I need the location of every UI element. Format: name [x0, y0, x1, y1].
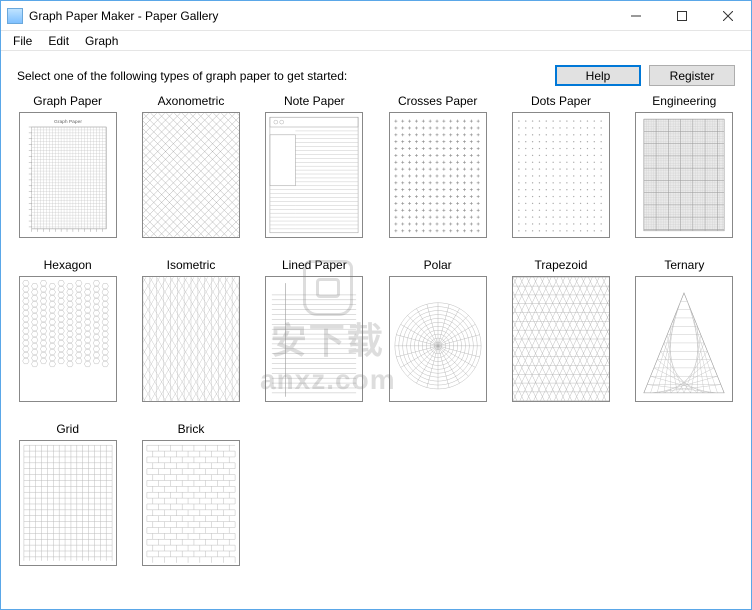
tile-thumbnail	[512, 276, 610, 402]
tile-label: Hexagon	[44, 258, 92, 272]
tile-thumbnail	[265, 276, 363, 402]
tile-thumbnail: Graph Paper	[19, 112, 117, 238]
tile-thumbnail	[389, 276, 487, 402]
tile-thumbnail	[265, 112, 363, 238]
tile-label: Grid	[56, 422, 79, 436]
maximize-button[interactable]	[659, 1, 705, 31]
tile-axonometric[interactable]: Axonometric	[140, 94, 241, 238]
tile-label: Note Paper	[284, 94, 345, 108]
minimize-button[interactable]	[613, 1, 659, 31]
tile-label: Isometric	[167, 258, 216, 272]
tile-crosses[interactable]: Crosses Paper	[387, 94, 488, 238]
tile-label: Brick	[178, 422, 205, 436]
tile-thumbnail	[512, 112, 610, 238]
tile-brick[interactable]: Brick	[140, 422, 241, 566]
tile-graphpaper[interactable]: Graph Paper Graph Paper	[17, 94, 118, 238]
app-icon	[7, 8, 23, 24]
tile-label: Dots Paper	[531, 94, 591, 108]
close-button[interactable]	[705, 1, 751, 31]
help-button[interactable]: Help	[555, 65, 641, 86]
tile-thumbnail	[19, 440, 117, 566]
tile-isometric[interactable]: Isometric	[140, 258, 241, 402]
instruction-text: Select one of the following types of gra…	[17, 69, 347, 83]
top-row: Select one of the following types of gra…	[17, 65, 735, 86]
window-title: Graph Paper Maker - Paper Gallery	[29, 9, 218, 23]
tile-notepaper[interactable]: Note Paper	[264, 94, 365, 238]
svg-text:Graph Paper: Graph Paper	[54, 119, 82, 125]
tile-thumbnail	[142, 440, 240, 566]
tile-label: Lined Paper	[282, 258, 347, 272]
titlebar: Graph Paper Maker - Paper Gallery	[1, 1, 751, 31]
tile-thumbnail	[19, 276, 117, 402]
paper-gallery: Graph Paper Graph Paper Axonometric Note Pa…	[17, 94, 735, 566]
tile-label: Graph Paper	[33, 94, 102, 108]
tile-hexagon[interactable]: Hexagon	[17, 258, 118, 402]
tile-label: Trapezoid	[535, 258, 588, 272]
tile-polar[interactable]: Polar	[387, 258, 488, 402]
tile-thumbnail	[635, 112, 733, 238]
content-area: Select one of the following types of gra…	[1, 51, 751, 580]
tile-engineering[interactable]: Engineering	[634, 94, 735, 238]
tile-grid[interactable]: Grid	[17, 422, 118, 566]
tile-label: Axonometric	[158, 94, 225, 108]
menu-graph[interactable]: Graph	[77, 32, 126, 50]
tile-thumbnail	[389, 112, 487, 238]
tile-ternary[interactable]: Ternary	[634, 258, 735, 402]
register-button[interactable]: Register	[649, 65, 735, 86]
menu-file[interactable]: File	[5, 32, 40, 50]
menu-edit[interactable]: Edit	[40, 32, 77, 50]
tile-thumbnail	[142, 112, 240, 238]
menubar: File Edit Graph	[1, 31, 751, 51]
tile-dots[interactable]: Dots Paper	[510, 94, 611, 238]
tile-lined[interactable]: Lined Paper	[264, 258, 365, 402]
tile-thumbnail	[635, 276, 733, 402]
tile-label: Ternary	[664, 258, 704, 272]
tile-label: Engineering	[652, 94, 716, 108]
tile-thumbnail	[142, 276, 240, 402]
tile-label: Crosses Paper	[398, 94, 477, 108]
tile-label: Polar	[424, 258, 452, 272]
tile-trapezoid[interactable]: Trapezoid	[510, 258, 611, 402]
